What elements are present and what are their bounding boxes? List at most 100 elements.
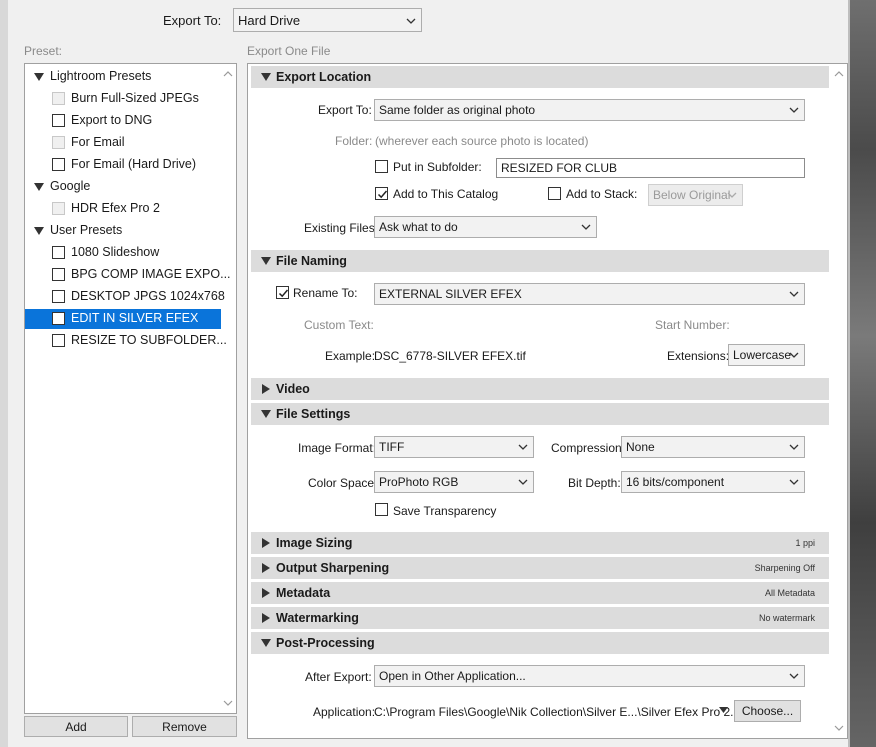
stack-position-dropdown[interactable]: Below Original bbox=[648, 184, 743, 206]
caret-down-icon[interactable] bbox=[719, 707, 728, 714]
preset-checkbox[interactable] bbox=[52, 246, 65, 259]
preset-item-label: For Email (Hard Drive) bbox=[71, 157, 197, 171]
add-preset-button[interactable]: Add bbox=[24, 716, 128, 737]
preset-checkbox[interactable] bbox=[52, 334, 65, 347]
preset-group-lightroom[interactable]: Lightroom Presets bbox=[25, 67, 221, 87]
application-label: Application: bbox=[313, 705, 376, 719]
preset-item[interactable]: HDR Efex Pro 2 bbox=[25, 199, 221, 219]
export-to-label: Export To: bbox=[163, 13, 222, 28]
checkmark-icon bbox=[377, 190, 388, 199]
image-format-label: Image Format: bbox=[298, 441, 377, 455]
preset-item[interactable]: RESIZE TO SUBFOLDER... bbox=[25, 331, 227, 351]
preset-group-google[interactable]: Google bbox=[25, 177, 221, 197]
preset-checkbox[interactable] bbox=[52, 268, 65, 281]
subfolder-checkbox[interactable] bbox=[375, 160, 388, 173]
preset-item-selected[interactable]: EDIT IN SILVER EFEX bbox=[25, 309, 221, 329]
preset-item[interactable]: Burn Full-Sized JPEGs bbox=[25, 89, 221, 109]
section-output-sharpening[interactable]: Output Sharpening Sharpening Off bbox=[251, 557, 829, 579]
expand-triangle-icon bbox=[262, 384, 270, 394]
dropdown-value: Lowercase bbox=[733, 348, 792, 362]
color-space-dropdown[interactable]: ProPhoto RGB bbox=[374, 471, 534, 493]
preset-checkbox[interactable] bbox=[52, 312, 65, 325]
choose-application-button[interactable]: Choose... bbox=[734, 700, 801, 722]
section-file-settings[interactable]: File Settings bbox=[251, 403, 829, 425]
preset-item[interactable]: Export to DNG bbox=[25, 111, 221, 131]
section-title: Output Sharpening bbox=[276, 561, 390, 575]
settings-scrollbar[interactable] bbox=[831, 64, 847, 738]
save-transparency-checkbox[interactable] bbox=[375, 503, 388, 516]
dropdown-value: Open in Other Application... bbox=[379, 669, 526, 683]
image-format-dropdown[interactable]: TIFF bbox=[374, 436, 534, 458]
bit-depth-dropdown[interactable]: 16 bits/component bbox=[621, 471, 805, 493]
preset-item-label: BPG COMP IMAGE EXPO... bbox=[71, 267, 231, 281]
dropdown-value: 16 bits/component bbox=[626, 475, 725, 489]
section-file-naming[interactable]: File Naming bbox=[251, 250, 829, 272]
section-summary: No watermark bbox=[758, 613, 815, 623]
export-to-dropdown[interactable]: Hard Drive bbox=[233, 8, 422, 32]
extensions-dropdown[interactable]: Lowercase bbox=[728, 344, 805, 366]
section-export-location[interactable]: Export Location bbox=[251, 66, 829, 88]
preset-checkbox[interactable] bbox=[52, 290, 65, 303]
preset-group-user[interactable]: User Presets bbox=[25, 221, 221, 241]
save-transparency-label: Save Transparency bbox=[393, 504, 497, 518]
section-metadata[interactable]: Metadata All Metadata bbox=[251, 582, 829, 604]
preset-item-label: For Email bbox=[71, 135, 125, 149]
preset-scrollbar[interactable] bbox=[220, 64, 236, 713]
example-label: Example: bbox=[325, 349, 376, 363]
expand-triangle-icon bbox=[262, 588, 270, 598]
section-summary: Sharpening Off bbox=[754, 563, 815, 573]
preset-checkbox[interactable] bbox=[52, 114, 65, 127]
preset-item[interactable]: BPG COMP IMAGE EXPO... bbox=[25, 265, 231, 285]
preset-item-label: HDR Efex Pro 2 bbox=[71, 201, 160, 215]
dropdown-value: EXTERNAL SILVER EFEX bbox=[379, 287, 522, 301]
preset-list[interactable]: Lightroom Presets Burn Full-Sized JPEGs … bbox=[24, 63, 237, 714]
chevron-down-icon bbox=[789, 673, 799, 679]
folder-label: Folder: bbox=[335, 134, 373, 148]
section-summary: All Metadata bbox=[764, 588, 815, 598]
preset-checkbox[interactable] bbox=[52, 158, 65, 171]
subfolder-input[interactable]: RESIZED FOR CLUB bbox=[496, 158, 805, 178]
preset-item[interactable]: For Email bbox=[25, 133, 221, 153]
scroll-up-icon[interactable] bbox=[834, 70, 844, 78]
export-location-to-label: Export To: bbox=[318, 103, 372, 117]
add-to-catalog-label: Add to This Catalog bbox=[393, 187, 499, 201]
chevron-down-icon bbox=[789, 352, 799, 358]
scroll-down-icon[interactable] bbox=[834, 724, 844, 732]
preset-item[interactable]: For Email (Hard Drive) bbox=[25, 155, 221, 175]
dropdown-value: TIFF bbox=[379, 440, 405, 454]
bit-depth-label: Bit Depth: bbox=[568, 476, 621, 490]
section-title: Image Sizing bbox=[276, 536, 353, 550]
subfolder-label: Put in Subfolder: bbox=[393, 160, 482, 174]
export-one-file-label: Export One File bbox=[247, 44, 331, 58]
section-image-sizing[interactable]: Image Sizing 1 ppi bbox=[251, 532, 829, 554]
section-post-processing[interactable]: Post-Processing bbox=[251, 632, 829, 654]
group-label: Google bbox=[50, 179, 91, 193]
expand-triangle-icon bbox=[261, 257, 271, 265]
preset-checkbox bbox=[52, 202, 65, 215]
background-photo-strip bbox=[848, 0, 876, 747]
after-export-dropdown[interactable]: Open in Other Application... bbox=[374, 665, 805, 687]
section-watermarking[interactable]: Watermarking No watermark bbox=[251, 607, 829, 629]
remove-preset-button[interactable]: Remove bbox=[132, 716, 237, 737]
compression-dropdown[interactable]: None bbox=[621, 436, 805, 458]
scroll-up-icon[interactable] bbox=[223, 70, 233, 78]
preset-item-label: Burn Full-Sized JPEGs bbox=[71, 91, 199, 105]
chevron-down-icon bbox=[789, 291, 799, 297]
section-video[interactable]: Video bbox=[251, 378, 829, 400]
scroll-down-icon[interactable] bbox=[223, 699, 233, 707]
dropdown-value: ProPhoto RGB bbox=[379, 475, 459, 489]
rename-checkbox[interactable] bbox=[276, 286, 289, 299]
existing-files-dropdown[interactable]: Ask what to do bbox=[374, 216, 597, 238]
export-location-dropdown[interactable]: Same folder as original photo bbox=[374, 99, 805, 121]
preset-item[interactable]: 1080 Slideshow bbox=[25, 243, 221, 263]
collapse-triangle-icon bbox=[34, 183, 44, 191]
dropdown-value: Same folder as original photo bbox=[379, 103, 536, 117]
preset-item-label: RESIZE TO SUBFOLDER... bbox=[71, 333, 227, 347]
extensions-label: Extensions: bbox=[667, 349, 730, 363]
add-to-catalog-checkbox[interactable] bbox=[375, 187, 388, 200]
preset-item[interactable]: DESKTOP JPGS 1024x768 bbox=[25, 287, 225, 307]
dropdown-value: Ask what to do bbox=[379, 220, 458, 234]
add-to-stack-checkbox[interactable] bbox=[548, 187, 561, 200]
rename-template-dropdown[interactable]: EXTERNAL SILVER EFEX bbox=[374, 283, 805, 305]
custom-text-label: Custom Text: bbox=[304, 318, 374, 332]
